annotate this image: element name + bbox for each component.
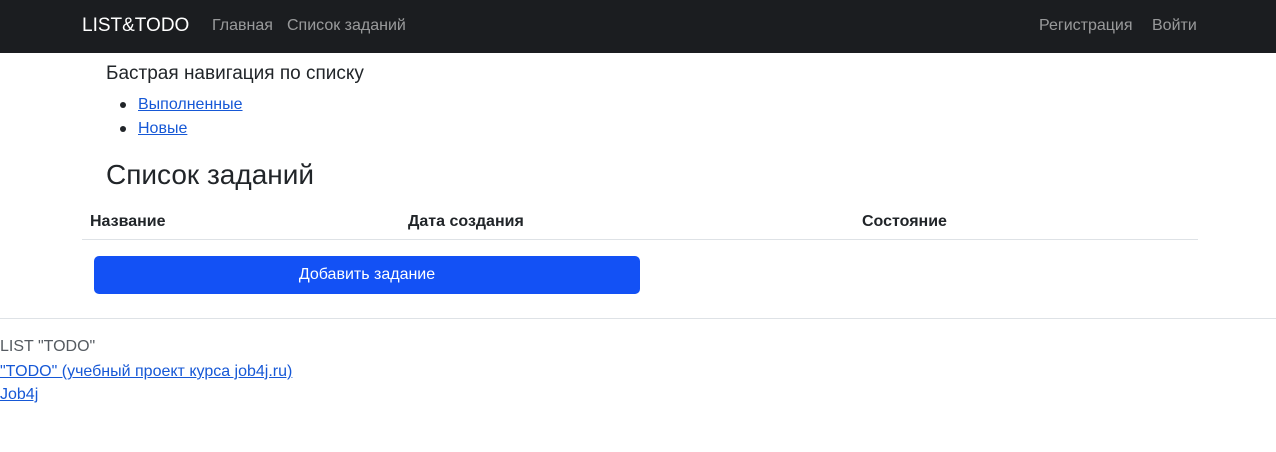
brand-link[interactable]: LIST&TODO (82, 14, 189, 38)
page-title: Список заданий (106, 159, 315, 190)
column-header-name: Название (82, 205, 400, 240)
column-header-created-date: Дата создания (400, 205, 854, 240)
footer-divider (0, 318, 1276, 319)
quick-nav-link-new[interactable]: Новые (138, 120, 187, 137)
nav-link-login[interactable]: Войти (1152, 15, 1197, 37)
quick-nav-item-new: Новые (106, 118, 243, 142)
task-table: Название Дата создания Состояние (82, 205, 1198, 240)
quick-nav-list: Выполненные Новые (106, 94, 243, 142)
table-header-row: Название Дата создания Состояние (82, 205, 1198, 240)
nav-link-task-list[interactable]: Список заданий (287, 15, 406, 37)
quick-nav-item-done: Выполненные (106, 94, 243, 118)
top-navbar: LIST&TODO Главная Список заданий Регистр… (0, 0, 1276, 53)
footer-link-job4j[interactable]: Job4j (0, 385, 38, 405)
quick-nav-link-done[interactable]: Выполненные (138, 96, 243, 113)
quick-nav-title: Бастрая навигация по списку (106, 63, 364, 84)
footer-link-project[interactable]: "TODO" (учебный проект курса job4j.ru) (0, 362, 292, 382)
nav-link-home[interactable]: Главная (212, 15, 273, 37)
column-header-state: Состояние (854, 205, 1198, 240)
nav-link-register[interactable]: Регистрация (1039, 15, 1133, 37)
add-task-button[interactable]: Добавить задание (94, 256, 640, 294)
footer-text: LIST "TODO" (0, 338, 96, 355)
